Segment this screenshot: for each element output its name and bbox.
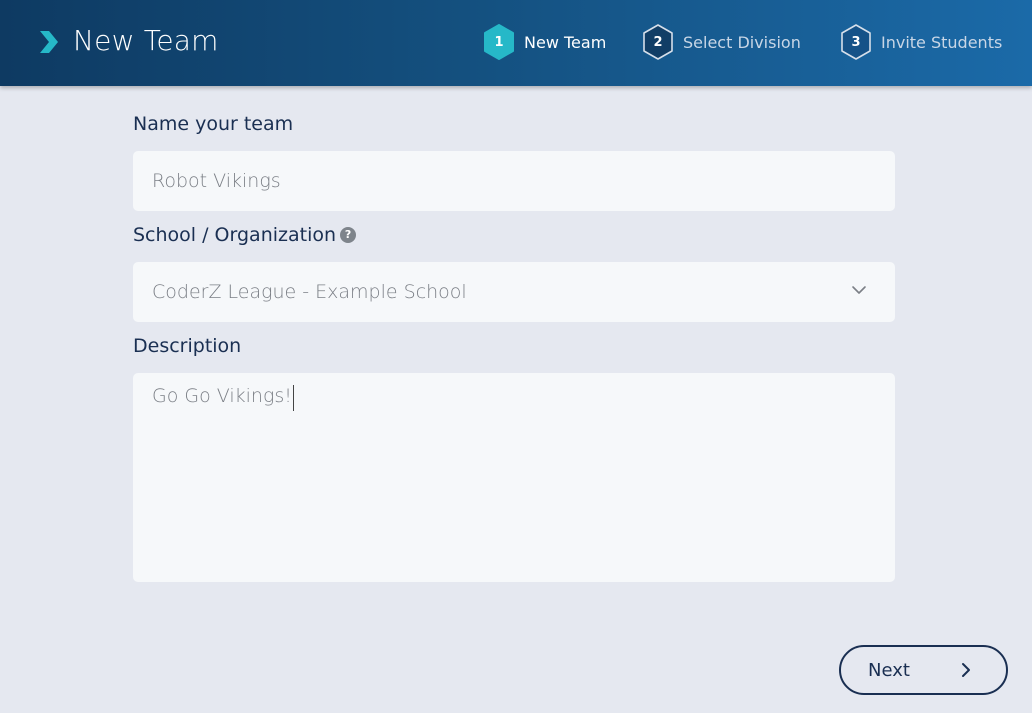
step-hex-icon: 2 xyxy=(641,23,675,61)
step-new-team[interactable]: 1 New Team xyxy=(482,23,606,61)
org-select-value: CoderZ League - Example School xyxy=(152,281,467,303)
step-invite-students[interactable]: 3 Invite Students xyxy=(839,23,1002,61)
step-number: 3 xyxy=(851,34,861,50)
org-label-text: School / Organization xyxy=(133,224,337,246)
next-label: Next xyxy=(868,659,910,681)
step-hex-icon: 1 xyxy=(482,23,516,61)
org-label: School / Organization? xyxy=(133,224,357,246)
team-name-label: Name your team xyxy=(133,113,294,135)
step-select-division[interactable]: 2 Select Division xyxy=(641,23,801,61)
step-number: 1 xyxy=(494,34,504,50)
page-title: New Team xyxy=(73,24,219,57)
chevron-right-icon xyxy=(40,31,58,53)
team-name-input[interactable]: Robot Vikings xyxy=(133,151,895,211)
help-icon[interactable]: ? xyxy=(340,226,357,243)
next-button[interactable]: Next xyxy=(839,645,1008,695)
step-label: New Team xyxy=(524,32,607,52)
text-caret xyxy=(292,385,294,411)
step-label: Select Division xyxy=(683,32,801,52)
team-name-value: Robot Vikings xyxy=(152,170,281,192)
description-value: Go Go Vikings! xyxy=(152,385,292,407)
step-label: Invite Students xyxy=(881,32,1003,52)
org-select[interactable]: CoderZ League - Example School xyxy=(133,262,895,322)
step-hex-icon: 3 xyxy=(839,23,873,61)
chevron-down-icon xyxy=(852,286,866,294)
header-bar: New Team 1 New Team 2 Select Division 3 … xyxy=(0,0,1032,86)
chevron-right-icon xyxy=(962,663,970,677)
description-textarea[interactable]: Go Go Vikings! xyxy=(133,373,895,582)
description-label: Description xyxy=(133,335,242,357)
step-number: 2 xyxy=(653,34,663,50)
